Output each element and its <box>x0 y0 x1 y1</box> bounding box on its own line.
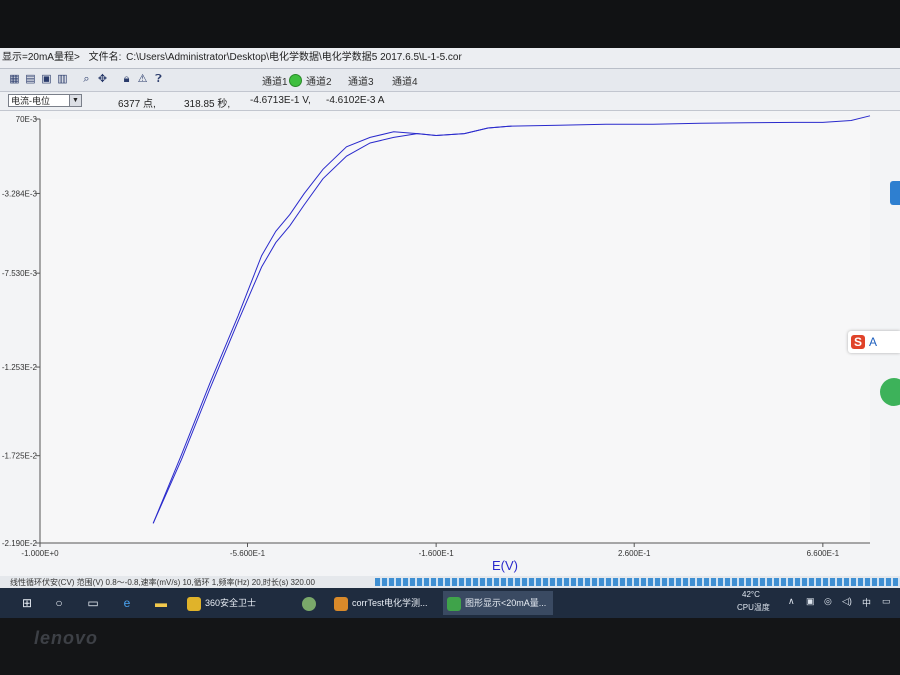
x-tick-label: 2.600E-1 <box>618 549 651 558</box>
monitor-bezel-top <box>0 0 900 50</box>
taskbar-app-360[interactable]: 360安全卫士 <box>183 591 293 615</box>
cv-chart[interactable]: 70E-3 -3.284E-3 -7.530E-3 -1.253E-2 -1.725E-… <box>0 111 900 581</box>
channel-2[interactable]: 通道2 <box>306 73 332 88</box>
mode-select-value: 电流-电位 <box>11 96 50 106</box>
channel-3[interactable]: 通道3 <box>348 73 374 88</box>
monitor-bezel-bottom: lenovo <box>0 618 900 675</box>
x-tick-label: -1.000E+0 <box>21 549 59 558</box>
x-tick-label: -5.600E-1 <box>230 549 266 558</box>
notification-icon[interactable]: ▭ <box>882 596 891 607</box>
copy-icon[interactable]: ▥ <box>56 73 69 86</box>
ime-icon[interactable]: ◎ <box>824 596 832 607</box>
save-icon[interactable]: ▦ <box>8 73 21 86</box>
ime-float-widget[interactable]: SA <box>848 331 900 353</box>
experiment-info: 线性循环伏安(CV) 范围(V) 0.8～-0.8,速率(mV/s) 10,循环… <box>10 578 315 587</box>
lenovo-logo: lenovo <box>34 628 99 648</box>
graph-icon <box>447 596 461 611</box>
toolbar: ▦ ▤ ▣ ▥ ⌕ ✥ 🔒︎ ⚠︎ ❓︎ 通道1 通道2 通道3 通道4 <box>0 69 900 92</box>
app-icon <box>302 596 316 611</box>
y-tick-label: -3.284E-3 <box>2 189 38 198</box>
chevron-down-icon[interactable]: ▼ <box>69 95 81 106</box>
taskbar-app-label: 图形显示<20mA量... <box>465 598 547 608</box>
points-readout: 6377 点, <box>118 99 156 110</box>
zoom-icon[interactable]: ⌕ <box>80 73 93 86</box>
file-label: 文件名: <box>88 52 125 63</box>
chevron-up-icon[interactable]: ∧ <box>788 596 795 607</box>
taskbar-app-label: 360安全卫士 <box>205 598 257 608</box>
channel-active-indicator-icon <box>289 74 302 87</box>
plot-area[interactable]: 70E-3 -3.284E-3 -7.530E-3 -1.253E-2 -1.725E-… <box>0 111 900 581</box>
taskview-icon[interactable]: ▭ <box>86 596 100 610</box>
tools-icon[interactable]: ✥ <box>96 73 109 86</box>
status-row: 电流-电位 ▼ 6377 点, 318.85 秒, -4.6713E-1 V, … <box>0 92 900 111</box>
floating-ball-icon[interactable] <box>880 378 900 406</box>
y-tick-label: -7.530E-3 <box>2 269 38 278</box>
screen: 显示=20mA量程> 文件名: C:\Users\Administrator\D… <box>0 48 900 618</box>
cpu-temp: 42°C <box>742 590 760 599</box>
warning-icon[interactable]: ⚠︎ <box>136 73 149 86</box>
speaker-icon[interactable]: ◁) <box>842 596 852 607</box>
progress-bar <box>375 578 900 586</box>
progress-row: 线性循环伏安(CV) 范围(V) 0.8～-0.8,速率(mV/s) 10,循环… <box>0 576 900 588</box>
start-icon[interactable]: ⊞ <box>20 596 34 610</box>
taskbar-app-graph[interactable]: 图形显示<20mA量... <box>443 591 553 615</box>
plot-background <box>40 119 870 543</box>
y-tick-label: -1.725E-2 <box>2 452 38 461</box>
taskbar-app-corrtest[interactable]: corrTest电化学测... <box>330 591 438 615</box>
print-icon[interactable]: ▤ <box>24 73 37 86</box>
y-tick-label: -2.190E-2 <box>2 539 38 548</box>
taskbar: ⊞ ○ ▭ e ▬ 360安全卫士 corrTest电化学测... 图形显示<2… <box>0 588 900 618</box>
y-tick-label: 70E-3 <box>16 115 38 124</box>
open-icon[interactable]: ▣ <box>40 73 53 86</box>
ime-mode: A <box>869 335 878 349</box>
channel-1[interactable]: 通道1 <box>262 73 288 88</box>
lock-icon[interactable]: 🔒︎ <box>120 73 133 86</box>
window-titlebar: 显示=20mA量程> 文件名: C:\Users\Administrator\D… <box>0 48 900 69</box>
file-path: C:\Users\Administrator\Desktop\电化学数据\电化学… <box>126 52 462 63</box>
edge-icon[interactable]: e <box>120 596 134 610</box>
x-tick-label: 6.600E-1 <box>807 549 840 558</box>
current-readout: -4.6102E-3 A <box>326 95 385 106</box>
cpu-temp-label: CPU温度 <box>737 603 770 612</box>
time-readout: 318.85 秒, <box>184 99 231 110</box>
mode-select[interactable]: 电流-电位 ▼ <box>8 94 82 107</box>
y-tick-label: -1.253E-2 <box>2 363 38 372</box>
x-axis-label: E(V) <box>492 558 518 573</box>
search-icon[interactable]: ○ <box>52 596 66 610</box>
taskbar-app-label: corrTest电化学测... <box>352 598 428 608</box>
help-icon[interactable]: ❓︎ <box>152 73 165 86</box>
channel-4[interactable]: 通道4 <box>392 73 418 88</box>
taskbar-app-blank[interactable] <box>298 591 326 615</box>
voltage-readout: -4.6713E-1 V, <box>250 95 311 106</box>
side-tab[interactable] <box>890 181 900 205</box>
keyboard-icon[interactable]: 中 <box>862 596 871 609</box>
explorer-icon[interactable]: ▬ <box>154 596 168 610</box>
shield-icon <box>187 596 201 611</box>
title-prefix: 显示=20mA量程> <box>2 52 80 63</box>
sogou-icon: S <box>851 335 866 349</box>
corrtest-icon <box>334 596 348 611</box>
x-tick-label: -1.600E-1 <box>419 549 455 558</box>
network-icon[interactable]: ▣ <box>806 596 815 607</box>
